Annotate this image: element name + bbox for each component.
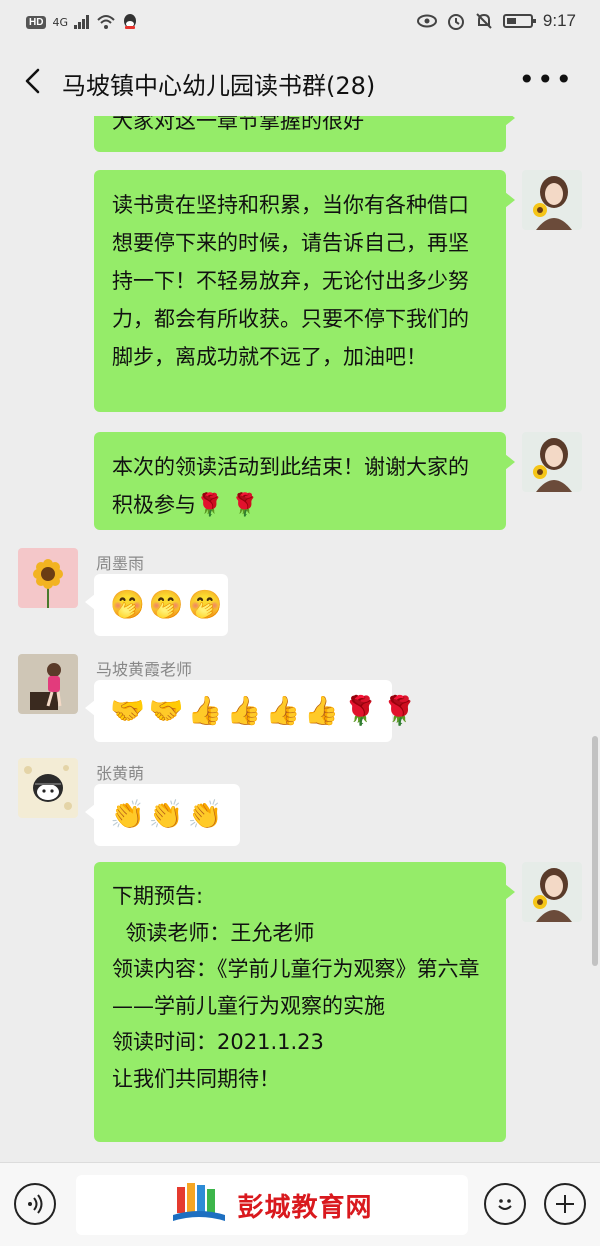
sender-name: 马坡黄霞老师 bbox=[96, 660, 193, 679]
thumbs-up-icon: 👍 bbox=[226, 694, 262, 727]
emoji-row: 🤝 🤝 👍 👍 👍 👍 🌹 🌹 bbox=[110, 691, 417, 731]
member-avatar[interactable] bbox=[18, 654, 78, 714]
rose-icon: 🌹 bbox=[382, 694, 417, 727]
shy-face-icon: 🤭 bbox=[187, 588, 223, 621]
emoji-row: 👏 👏 👏 bbox=[110, 795, 224, 835]
member-avatar[interactable] bbox=[18, 548, 78, 608]
message-bubble[interactable]: 🤭 🤭 🤭 bbox=[85, 574, 228, 636]
wifi-icon bbox=[97, 15, 115, 29]
input-bar: 彭城教育网 bbox=[0, 1162, 600, 1246]
battery-icon bbox=[502, 14, 536, 28]
shy-face-icon: 🤭 bbox=[110, 588, 145, 621]
rose-icon: 🌹 bbox=[343, 694, 379, 727]
status-right: 9:17 bbox=[416, 11, 576, 31]
more-icon[interactable]: ••• bbox=[518, 66, 574, 94]
message-text: 读书贵在坚持和积累，当你有各种借口想要停下来的时候，请告诉自己，再坚持一下！不轻… bbox=[112, 193, 469, 369]
scrollbar[interactable] bbox=[592, 736, 598, 966]
status-bar: HD 4G 9:17 bbox=[0, 0, 600, 46]
thumbs-up-icon: 👍 bbox=[265, 694, 301, 727]
plus-icon[interactable] bbox=[544, 1183, 586, 1225]
message-text: 本次的领读活动到此结束！谢谢大家的积极参与 bbox=[112, 455, 469, 517]
emoji-row: 🤭 🤭 🤭 bbox=[110, 585, 223, 625]
brand-name: 彭城教育网 bbox=[237, 1192, 373, 1223]
my-avatar[interactable] bbox=[522, 170, 582, 230]
sender-name: 张黄萌 bbox=[96, 764, 145, 783]
thumbs-up-icon: 👍 bbox=[304, 694, 340, 727]
message-bubble[interactable]: 下期预告: 领读老师：王允老师 领读内容：《学前儿童行为观察》第六章——学前儿童… bbox=[94, 862, 515, 1142]
clock: 9:17 bbox=[542, 11, 576, 30]
message-input[interactable]: 彭城教育网 bbox=[76, 1175, 468, 1235]
clap-icon: 👏 bbox=[187, 798, 223, 831]
message-text: 大家对这一章节掌握的很好 bbox=[112, 116, 364, 133]
handshake-icon: 🤝 bbox=[110, 694, 145, 727]
sender-name: 周墨雨 bbox=[96, 554, 145, 573]
clap-icon: 👏 bbox=[110, 798, 145, 831]
rose-icon: 🌹 bbox=[196, 493, 224, 518]
shy-face-icon: 🤭 bbox=[148, 588, 184, 621]
message-bubble[interactable]: 本次的领读活动到此结束！谢谢大家的积极参与🌹 🌹 bbox=[94, 432, 515, 530]
message-bubble[interactable]: 大家对这一章节掌握的很好 bbox=[94, 116, 515, 152]
chat-title: 马坡镇中心幼儿园读书群(28) bbox=[62, 72, 376, 100]
message-bubble[interactable]: 👏 👏 👏 bbox=[85, 784, 240, 846]
hd-badge: HD bbox=[26, 15, 47, 29]
status-left: HD 4G bbox=[26, 13, 138, 31]
chat-header: 马坡镇中心幼儿园读书群(28) ••• bbox=[0, 46, 600, 116]
mute-icon bbox=[476, 13, 492, 29]
clap-icon: 👏 bbox=[148, 798, 184, 831]
member-avatar[interactable] bbox=[18, 758, 78, 818]
my-avatar[interactable] bbox=[522, 862, 582, 922]
my-avatar[interactable] bbox=[522, 432, 582, 492]
voice-icon[interactable] bbox=[14, 1183, 56, 1225]
emoji-icon[interactable] bbox=[484, 1183, 526, 1225]
handshake-icon: 🤝 bbox=[148, 694, 184, 727]
message-bubble[interactable]: 读书贵在坚持和积累，当你有各种借口想要停下来的时候，请告诉自己，再坚持一下！不轻… bbox=[94, 170, 515, 412]
eye-icon bbox=[416, 14, 437, 28]
brand-logo-icon bbox=[173, 1183, 226, 1221]
rose-icon: 🌹 bbox=[231, 493, 259, 518]
network-label: 4G bbox=[52, 15, 68, 29]
message-text: 下期预告: 领读老师：王允老师 领读内容：《学前儿童行为观察》第六章——学前儿童… bbox=[112, 884, 480, 1091]
signal-icon bbox=[73, 15, 89, 29]
back-icon[interactable] bbox=[22, 68, 44, 94]
thumbs-up-icon: 👍 bbox=[187, 694, 223, 727]
message-bubble[interactable]: 🤝 🤝 👍 👍 👍 👍 🌹 🌹 bbox=[85, 680, 417, 742]
alarm-icon bbox=[447, 14, 464, 30]
chat-area[interactable]: 大家对这一章节掌握的很好 读书贵在坚持和积累，当你有各种借口想要停下来的时候，请… bbox=[0, 116, 600, 1162]
qq-icon bbox=[123, 14, 136, 29]
